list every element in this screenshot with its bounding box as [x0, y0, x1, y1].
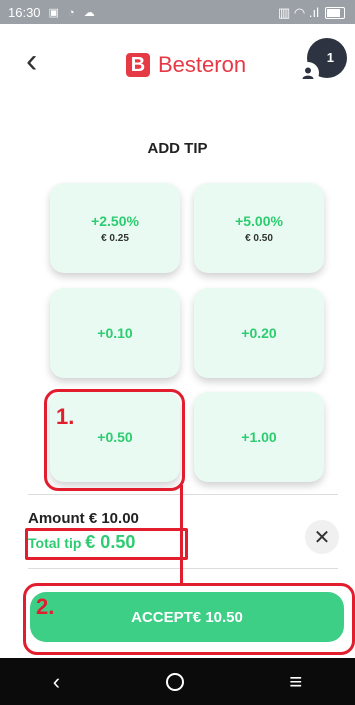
status-right: ▥ ◠ .ıl: [278, 5, 345, 21]
battery-icon: [325, 7, 345, 19]
nav-back-button[interactable]: ‹: [53, 669, 60, 695]
divider: [28, 494, 338, 495]
tip-label: +1.00: [241, 429, 277, 445]
notification-icons: ▣ ◔ ☁: [48, 6, 98, 19]
annotation-box-total: [25, 528, 188, 560]
brand-name: Besteron: [158, 52, 247, 77]
tip-amount: € 0.50: [245, 232, 273, 244]
page-title: ADD TIP: [147, 140, 208, 157]
tip-option-5-percent[interactable]: +5.00% € 0.50: [194, 183, 324, 273]
annotation-connector: [180, 485, 183, 578]
amount-value: € 10.00: [88, 510, 139, 527]
tip-label: +0.10: [97, 325, 133, 341]
amount-row: Amount € 10.00: [28, 510, 139, 527]
person-icon: [297, 62, 319, 84]
system-nav-bar: ‹ ≡: [0, 658, 355, 705]
signal-icons: ▥ ◠ .ıl: [278, 5, 319, 20]
annotation-connector: [180, 576, 183, 584]
nav-menu-button[interactable]: ≡: [289, 669, 302, 695]
tip-label: +0.20: [241, 325, 277, 341]
tip-option-1-00[interactable]: +1.00: [194, 392, 324, 482]
user-account-button[interactable]: 1: [297, 38, 347, 84]
annotation-box-accept: [23, 583, 355, 655]
divider: [28, 568, 338, 569]
back-button[interactable]: ‹: [26, 44, 37, 78]
tip-label: +5.00%: [235, 212, 283, 229]
brand-logo: B Besteron: [126, 52, 246, 78]
tip-amount: € 0.25: [101, 232, 129, 244]
tip-option-0-10[interactable]: +0.10: [50, 288, 180, 378]
nav-home-button[interactable]: [165, 672, 184, 691]
annotation-step-1: 1.: [56, 404, 75, 429]
tip-label: +2.50%: [91, 212, 139, 229]
tip-option-0-20[interactable]: +0.20: [194, 288, 324, 378]
brand-mark-icon: B: [126, 53, 150, 77]
status-bar: 16:30 ▣ ◔ ☁ ▥ ◠ .ıl: [0, 0, 355, 24]
status-time: 16:30: [8, 4, 41, 20]
clear-tip-button[interactable]: ✕: [305, 520, 339, 554]
amount-label: Amount: [28, 510, 85, 527]
annotation-step-2: 2.: [36, 594, 55, 619]
tip-option-2-5-percent[interactable]: +2.50% € 0.25: [50, 183, 180, 273]
notification-count: 1: [326, 50, 334, 65]
